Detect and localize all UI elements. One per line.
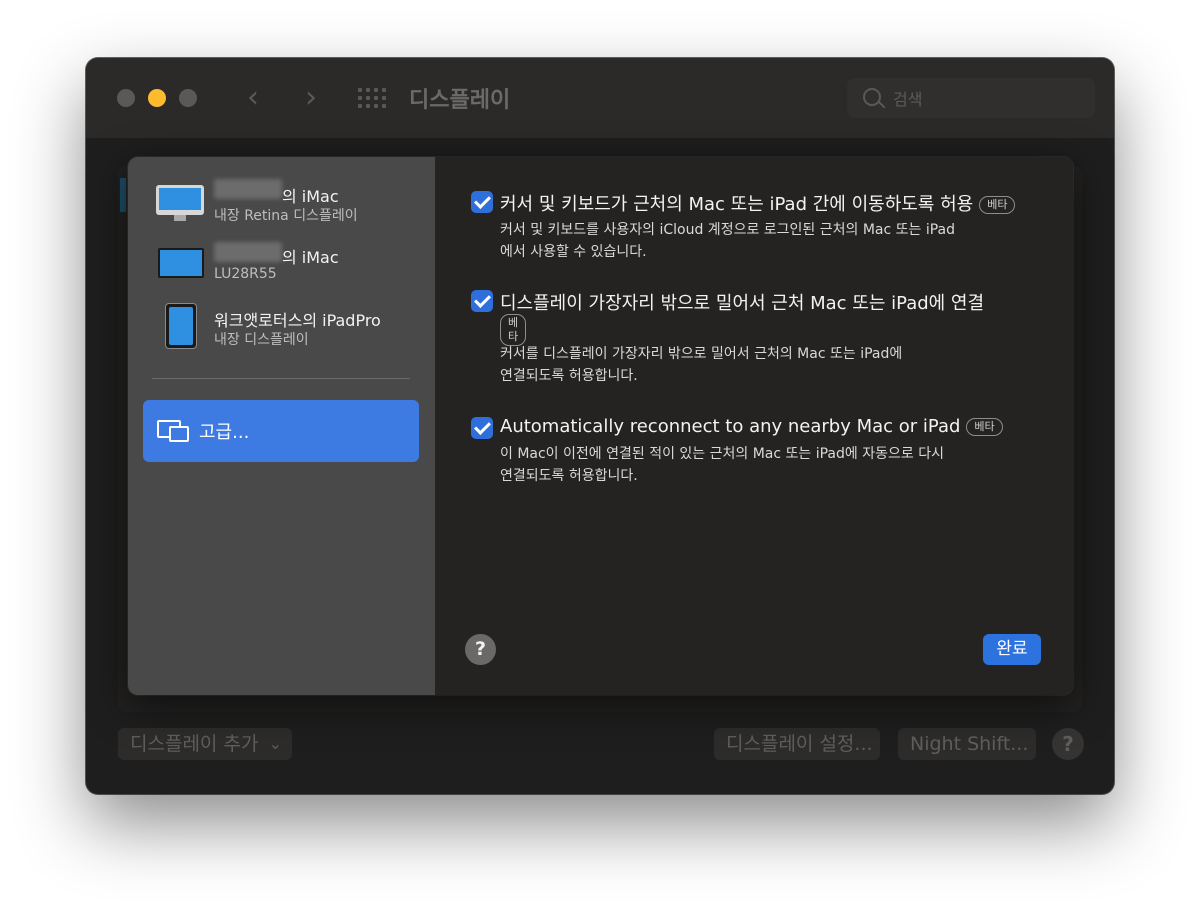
add-display-popup[interactable]: 디스플레이 추가 ⌄ <box>118 728 292 760</box>
display-settings-button[interactable]: 디스플레이 설정... <box>714 728 880 760</box>
checkbox-auto-reconnect[interactable] <box>471 417 493 439</box>
device-subtitle: 내장 Retina 디스플레이 <box>214 208 358 224</box>
search-input[interactable] <box>891 86 1085 112</box>
redacted-name <box>214 242 282 262</box>
device-subtitle: 내장 디스플레이 <box>214 332 309 348</box>
chevron-down-icon: ⌄ <box>268 734 282 753</box>
displays-icon <box>157 420 189 442</box>
device-name: 의 iMac <box>282 187 339 206</box>
device-item-imac[interactable]: 의 iMac 내장 Retina 디스플레이 <box>128 177 435 237</box>
window-title: 디스플레이 <box>409 88 511 113</box>
zoom-button[interactable] <box>179 89 197 107</box>
back-chevron-icon[interactable]: ‹ <box>238 82 268 114</box>
forward-chevron-icon[interactable]: › <box>296 82 326 114</box>
option-description: 커서 및 키보드를 사용자의 iCloud 계정으로 로그인된 근처의 Mac … <box>500 219 1060 263</box>
advanced-label: 고급... <box>199 422 250 443</box>
night-shift-button[interactable]: Night Shift... <box>898 728 1036 760</box>
sidebar-item-advanced[interactable]: 고급... <box>143 400 419 462</box>
redacted-name <box>214 179 282 199</box>
done-button[interactable]: 완료 <box>983 634 1041 665</box>
beta-badge: 베타 <box>966 418 1003 436</box>
checkbox-cursor-keyboard[interactable] <box>471 191 493 213</box>
description-line: 커서를 디스플레이 가장자리 밖으로 밀어서 근처의 Mac 또는 iPad에 <box>500 346 903 362</box>
option-title: 커서 및 키보드가 근처의 Mac 또는 iPad 간에 이동하도록 허용 <box>500 194 974 215</box>
help-button-background[interactable]: ? <box>1052 728 1084 760</box>
device-name: 의 iMac <box>282 248 339 267</box>
option-title: 디스플레이 가장자리 밖으로 밀어서 근처 Mac 또는 iPad에 연결 <box>500 293 985 314</box>
device-subtitle: LU28R55 <box>214 266 277 282</box>
search-field[interactable] <box>847 78 1095 118</box>
close-button[interactable] <box>117 89 135 107</box>
option-title-row: 커서 및 키보드가 근처의 Mac 또는 iPad 간에 이동하도록 허용 베타 <box>500 190 1016 216</box>
option-title: Automatically reconnect to any nearby Ma… <box>500 416 961 437</box>
sidebar-divider <box>152 378 410 379</box>
search-icon <box>863 88 881 106</box>
monitor-icon <box>158 248 204 278</box>
option-description: 커서를 디스플레이 가장자리 밖으로 밀어서 근처의 Mac 또는 iPad에 … <box>500 343 1060 387</box>
ipad-icon <box>165 303 197 349</box>
imac-icon <box>156 185 204 221</box>
show-all-grid-icon[interactable] <box>358 88 386 108</box>
title-bar: ‹ › 디스플레이 <box>86 58 1114 138</box>
description-line: 에서 사용할 수 있습니다. <box>500 244 647 260</box>
help-button[interactable]: ? <box>465 634 496 665</box>
device-name: 워크앳로터스의 iPadPro <box>214 311 381 330</box>
description-line: 연결되도록 허용합니다. <box>500 368 638 384</box>
beta-badge: 베타 <box>500 314 527 346</box>
description-line: 이 Mac이 이전에 연결된 적이 있는 근처의 Mac 또는 iPad에 자동… <box>500 446 944 462</box>
device-item-monitor[interactable]: 의 iMac LU28R55 <box>128 238 435 298</box>
advanced-sheet: 의 iMac 내장 Retina 디스플레이 의 iMac LU28R55 워크… <box>128 157 1073 695</box>
option-title-row: Automatically reconnect to any nearby Ma… <box>500 416 1003 437</box>
option-description: 이 Mac이 이전에 연결된 적이 있는 근처의 Mac 또는 iPad에 자동… <box>500 443 1060 487</box>
device-item-ipad[interactable]: 워크앳로터스의 iPadPro 내장 디스플레이 <box>128 301 435 361</box>
checkbox-push-edge[interactable] <box>471 290 493 312</box>
description-line: 연결되도록 허용합니다. <box>500 468 638 484</box>
minimize-button[interactable] <box>148 89 166 107</box>
background-accent <box>120 178 126 212</box>
beta-badge: 베타 <box>979 196 1016 214</box>
description-line: 커서 및 키보드를 사용자의 iCloud 계정으로 로그인된 근처의 Mac … <box>500 222 956 238</box>
add-display-label: 디스플레이 추가 <box>130 733 259 755</box>
device-sidebar: 의 iMac 내장 Retina 디스플레이 의 iMac LU28R55 워크… <box>128 157 435 695</box>
